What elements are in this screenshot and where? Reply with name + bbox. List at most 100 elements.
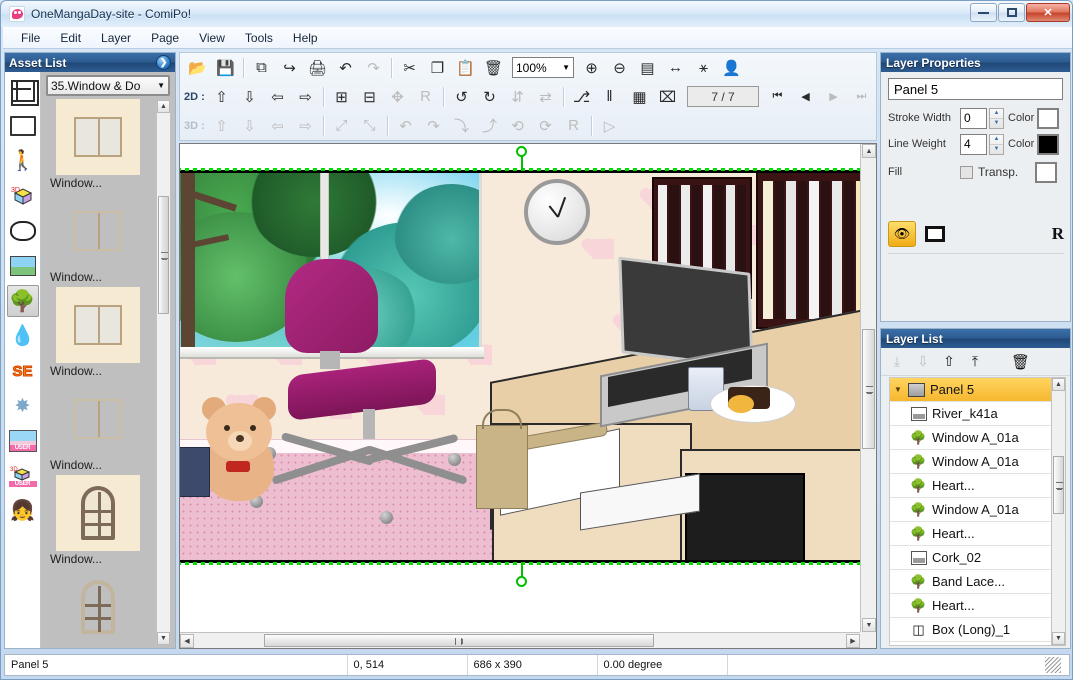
move-right-button[interactable]: ⇨ — [292, 84, 319, 110]
resize-grip[interactable] — [1045, 657, 1061, 673]
scroll-up-icon[interactable]: ▲ — [157, 100, 170, 113]
layer-name-input[interactable]: Panel 5 — [888, 78, 1063, 100]
asset-thumbnail-scroll[interactable]: Door A_02 Window... Window... Window... — [46, 99, 171, 646]
menu-tools[interactable]: Tools — [235, 29, 283, 47]
layer-row-heart-1[interactable]: 🌳 Heart... — [890, 474, 1052, 498]
undo-button[interactable]: ↶ — [332, 55, 359, 81]
move-left-button[interactable]: ⇦ — [264, 84, 291, 110]
cut-button[interactable]: ✂ — [396, 55, 423, 81]
print-button[interactable]: 🖨 — [304, 55, 331, 81]
asset-thumbnail-item[interactable]: Window... — [46, 381, 150, 475]
asset-thumbnail-item[interactable]: Window... — [46, 287, 150, 381]
asset-thumbnail-item[interactable] — [46, 569, 150, 645]
line-weight-input[interactable]: 4 — [960, 133, 987, 155]
pose-button[interactable]: ⚹ — [690, 55, 717, 81]
stepper-up-icon[interactable]: ▲ — [990, 135, 1003, 145]
canvas-horizontal-scrollbar[interactable]: ◀ ▶ — [180, 632, 860, 648]
effect-drop-tool-icon[interactable]: 💧 — [7, 320, 39, 352]
move-layer-top-button[interactable]: ⤒ — [967, 353, 983, 370]
rotate-handle-top[interactable] — [516, 146, 527, 157]
layer-row-river[interactable]: River_k41a — [890, 402, 1052, 426]
selected-panel-frame[interactable] — [180, 146, 868, 587]
layer-row-heart-3[interactable]: 🌳 Heart... — [890, 594, 1052, 618]
minimize-button[interactable] — [970, 3, 997, 22]
scrollbar-thumb[interactable] — [1053, 456, 1064, 514]
new-panel-button[interactable]: ▦ — [626, 84, 653, 110]
asset-expand-icon[interactable]: ❯ — [156, 55, 171, 70]
maximize-button[interactable] — [998, 3, 1025, 22]
zoom-level-combobox[interactable]: 100% ▼ — [512, 57, 574, 78]
transparent-checkbox[interactable] — [960, 165, 973, 179]
user-character-tool-icon[interactable]: 👧 — [7, 495, 39, 527]
mask-toggle-button[interactable] — [925, 226, 945, 242]
scrollbar-thumb[interactable] — [862, 329, 875, 449]
layer-row-box-long[interactable]: ◫ Box (Long)_1 — [890, 618, 1052, 642]
asset-thumbnail-item[interactable]: Window... — [46, 475, 150, 569]
move-up-button[interactable]: ⇧ — [208, 84, 235, 110]
page-setting-button[interactable]: ↪ — [276, 55, 303, 81]
close-button[interactable]: ✕ — [1026, 3, 1070, 22]
character-tool-icon[interactable]: 🚶 — [7, 145, 39, 177]
mirror-reset-button[interactable]: ⎇ — [568, 84, 595, 110]
first-page-button[interactable]: ⏮ — [764, 84, 791, 110]
layer-row-band-lace[interactable]: 🌳 Band Lace... — [890, 570, 1052, 594]
scrollbar-thumb[interactable] — [264, 634, 654, 647]
line-color-swatch[interactable] — [1037, 133, 1060, 155]
stroke-color-swatch[interactable] — [1037, 107, 1060, 129]
scale-down-button[interactable]: ⊟ — [356, 84, 383, 110]
layer-row-panel-5[interactable]: ▼ Panel 5 — [890, 378, 1052, 402]
canvas-vertical-scrollbar[interactable]: ▲ ▼ — [860, 144, 876, 632]
fit-page-button[interactable]: ▤ — [634, 55, 661, 81]
scale-up-button[interactable]: ⊞ — [328, 84, 355, 110]
scroll-up-icon[interactable]: ▲ — [862, 144, 876, 158]
stepper-up-icon[interactable]: ▲ — [990, 109, 1003, 119]
balloon-face-tool-icon[interactable] — [7, 110, 39, 142]
line-weight-stepper[interactable]: ▲ ▼ — [989, 133, 1004, 155]
zoom-in-button[interactable]: ⊕ — [578, 55, 605, 81]
scroll-down-icon[interactable]: ▼ — [1052, 632, 1065, 645]
stepper-down-icon[interactable]: ▼ — [990, 145, 1003, 154]
panel-tool-icon[interactable] — [7, 75, 39, 107]
user-background-tool-icon[interactable] — [7, 425, 39, 457]
canvas-area[interactable]: ▲ ▼ ◀ ▶ — [179, 143, 877, 649]
rotate-handle-bottom[interactable] — [516, 576, 527, 587]
comic-page[interactable] — [180, 144, 868, 635]
move-down-button[interactable]: ⇩ — [236, 84, 263, 110]
menu-view[interactable]: View — [189, 29, 235, 47]
fit-width-button[interactable]: ↔ — [662, 55, 689, 81]
add-page-button[interactable]: ⧉ — [248, 55, 275, 81]
delete-button[interactable]: 🗑 — [480, 55, 507, 81]
scrollbar-thumb[interactable] — [158, 196, 169, 314]
asset-vertical-scrollbar[interactable]: ▲ ▼ — [156, 99, 171, 646]
scroll-down-icon[interactable]: ▼ — [157, 632, 170, 645]
layer-row-cork[interactable]: Cork_02 — [890, 546, 1052, 570]
layer-row-window-a-2[interactable]: 🌳 Window A_01a — [890, 450, 1052, 474]
reset-layer-button[interactable]: R — [1052, 224, 1064, 244]
layer-list-scrollbar[interactable]: ▲ ▼ — [1051, 377, 1066, 646]
scroll-up-icon[interactable]: ▲ — [1052, 378, 1065, 391]
stepper-down-icon[interactable]: ▼ — [990, 119, 1003, 128]
clear-panel-button[interactable]: ⌧ — [654, 84, 681, 110]
menu-edit[interactable]: Edit — [50, 29, 91, 47]
delete-layer-button[interactable]: 🗑 — [1011, 353, 1030, 371]
rotate-left-button[interactable]: ↺ — [448, 84, 475, 110]
layer-row-window-a-3[interactable]: 🌳 Window A_01a — [890, 498, 1052, 522]
rotate-right-button[interactable]: ↻ — [476, 84, 503, 110]
face-preset-button[interactable]: 👤 — [718, 55, 745, 81]
speech-balloon-tool-icon[interactable] — [7, 215, 39, 247]
layer-row-window-a-1[interactable]: 🌳 Window A_01a — [890, 426, 1052, 450]
prev-page-button[interactable]: ◀ — [792, 84, 819, 110]
stroke-width-stepper[interactable]: ▲ ▼ — [989, 107, 1004, 129]
flash-effect-tool-icon[interactable]: ✸ — [7, 390, 39, 422]
move-layer-up-button[interactable]: ⇧ — [941, 353, 957, 370]
stroke-width-input[interactable]: 0 — [960, 107, 987, 129]
visibility-toggle-button[interactable]: 👁 — [888, 221, 916, 247]
menu-layer[interactable]: Layer — [91, 29, 141, 47]
layer-row-heart-2[interactable]: 🌳 Heart... — [890, 522, 1052, 546]
sound-effect-tool-icon[interactable]: SE — [7, 355, 39, 387]
align-button[interactable]: ‖ — [596, 84, 623, 110]
menu-file[interactable]: File — [11, 29, 50, 47]
asset-thumbnail-item[interactable]: Window... — [46, 193, 150, 287]
scroll-left-icon[interactable]: ◀ — [180, 634, 194, 648]
save-file-button[interactable]: 💾 — [212, 55, 239, 81]
